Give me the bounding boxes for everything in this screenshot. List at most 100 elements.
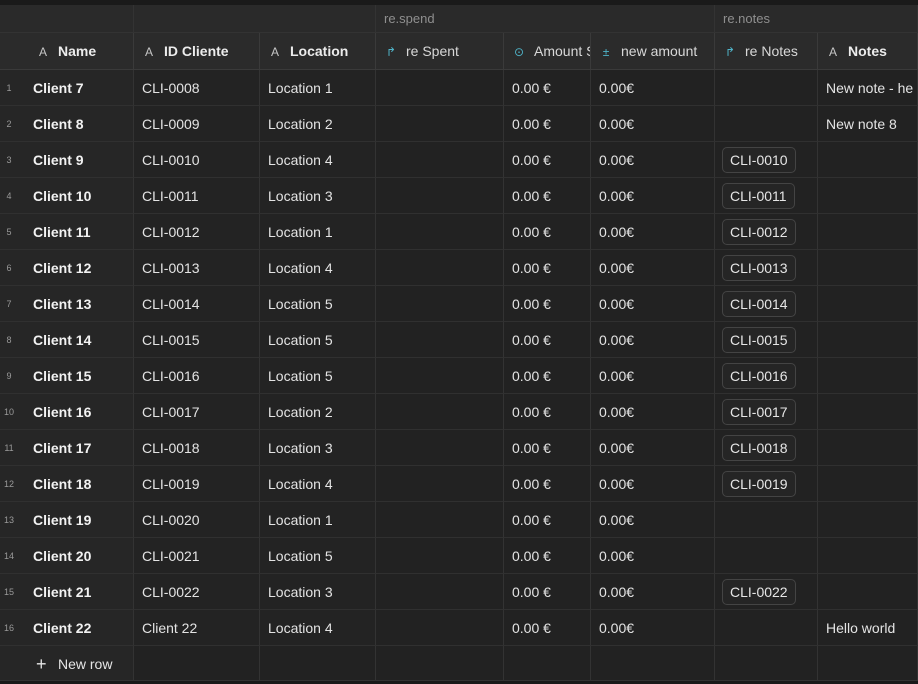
linked-record-chip[interactable]: CLI-0015 [722,327,796,353]
cell-name[interactable]: Client 20 [18,538,134,574]
cell-id-cliente[interactable]: CLI-0020 [134,502,260,538]
cell-re-notes[interactable] [715,538,818,574]
column-header-name[interactable]: A Name [0,33,134,70]
cell-new-amount[interactable]: 0.00€ [591,466,715,502]
cell-re-spent[interactable] [376,178,504,214]
cell-new-amount[interactable]: 0.00€ [591,286,715,322]
cell-location[interactable]: Location 3 [260,178,376,214]
cell-amount[interactable]: 0.00 € [504,502,591,538]
linked-record-chip[interactable]: CLI-0018 [722,435,796,461]
cell-notes[interactable] [818,430,918,466]
cell-name[interactable]: Client 8 [18,106,134,142]
cell-notes[interactable] [818,394,918,430]
cell-new-amount[interactable]: 0.00€ [591,214,715,250]
cell-re-notes[interactable]: CLI-0012 [715,214,818,250]
cell-amount[interactable]: 0.00 € [504,178,591,214]
cell-re-spent[interactable] [376,466,504,502]
cell-re-spent[interactable] [376,70,504,106]
cell-notes[interactable] [818,286,918,322]
cell-amount[interactable]: 0.00 € [504,322,591,358]
cell-re-notes[interactable]: CLI-0010 [715,142,818,178]
cell-name[interactable]: Client 10 [18,178,134,214]
cell-name[interactable]: Client 21 [18,574,134,610]
column-header-new-amount[interactable]: ± new amount [591,33,715,70]
cell-id-cliente[interactable]: CLI-0014 [134,286,260,322]
cell-notes[interactable]: New note 8 [818,106,918,142]
cell-location[interactable]: Location 2 [260,106,376,142]
linked-record-chip[interactable]: CLI-0013 [722,255,796,281]
cell-re-notes[interactable]: CLI-0013 [715,250,818,286]
cell-name[interactable]: Client 13 [18,286,134,322]
cell-re-spent[interactable] [376,358,504,394]
cell-name[interactable]: Client 14 [18,322,134,358]
cell-location[interactable]: Location 5 [260,538,376,574]
cell-re-spent[interactable] [376,322,504,358]
cell-re-notes[interactable]: CLI-0019 [715,466,818,502]
column-header-location[interactable]: A Location [260,33,376,70]
cell-re-notes[interactable]: CLI-0018 [715,430,818,466]
column-header-amount[interactable]: ⊙ Amount S [504,33,591,70]
cell-id-cliente[interactable]: CLI-0013 [134,250,260,286]
cell-notes[interactable]: New note - he [818,70,918,106]
cell-new-amount[interactable]: 0.00€ [591,538,715,574]
cell-re-notes[interactable]: CLI-0014 [715,286,818,322]
cell-amount[interactable]: 0.00 € [504,394,591,430]
cell-amount[interactable]: 0.00 € [504,574,591,610]
cell-new-amount[interactable]: 0.00€ [591,502,715,538]
cell-id-cliente[interactable]: CLI-0012 [134,214,260,250]
cell-re-notes[interactable]: CLI-0017 [715,394,818,430]
cell-amount[interactable]: 0.00 € [504,70,591,106]
cell-name[interactable]: Client 22 [18,610,134,646]
cell-id-cliente[interactable]: CLI-0016 [134,358,260,394]
cell-notes[interactable] [818,574,918,610]
cell-re-spent[interactable] [376,538,504,574]
cell-name[interactable]: Client 16 [18,394,134,430]
cell-new-amount[interactable]: 0.00€ [591,142,715,178]
new-row-button[interactable]: + New row [0,646,134,680]
column-header-re-spent[interactable]: ↱ re Spent [376,33,504,70]
cell-re-notes[interactable] [715,106,818,142]
cell-amount[interactable]: 0.00 € [504,430,591,466]
cell-new-amount[interactable]: 0.00€ [591,358,715,394]
cell-amount[interactable]: 0.00 € [504,250,591,286]
cell-notes[interactable] [818,502,918,538]
cell-re-spent[interactable] [376,394,504,430]
cell-location[interactable]: Location 4 [260,610,376,646]
cell-notes[interactable] [818,142,918,178]
cell-notes[interactable] [818,250,918,286]
cell-location[interactable]: Location 2 [260,394,376,430]
cell-amount[interactable]: 0.00 € [504,286,591,322]
cell-re-notes[interactable]: CLI-0015 [715,322,818,358]
group-header-re-spend[interactable]: re.spend [376,5,715,33]
cell-new-amount[interactable]: 0.00€ [591,430,715,466]
cell-amount[interactable]: 0.00 € [504,358,591,394]
cell-re-spent[interactable] [376,430,504,466]
cell-name[interactable]: Client 9 [18,142,134,178]
cell-location[interactable]: Location 4 [260,142,376,178]
cell-re-notes[interactable]: CLI-0011 [715,178,818,214]
cell-re-spent[interactable] [376,214,504,250]
cell-amount[interactable]: 0.00 € [504,466,591,502]
cell-new-amount[interactable]: 0.00€ [591,394,715,430]
linked-record-chip[interactable]: CLI-0011 [722,183,795,209]
cell-re-spent[interactable] [376,106,504,142]
cell-location[interactable]: Location 3 [260,574,376,610]
cell-location[interactable]: Location 3 [260,430,376,466]
cell-notes[interactable] [818,214,918,250]
cell-id-cliente[interactable]: CLI-0011 [134,178,260,214]
cell-notes[interactable] [818,178,918,214]
cell-amount[interactable]: 0.00 € [504,106,591,142]
cell-notes[interactable] [818,466,918,502]
group-header-re-notes[interactable]: re.notes [715,5,918,33]
cell-amount[interactable]: 0.00 € [504,214,591,250]
cell-id-cliente[interactable]: CLI-0009 [134,106,260,142]
column-header-notes[interactable]: A Notes [818,33,918,70]
cell-name[interactable]: Client 12 [18,250,134,286]
cell-re-spent[interactable] [376,286,504,322]
cell-notes[interactable] [818,322,918,358]
cell-id-cliente[interactable]: CLI-0015 [134,322,260,358]
linked-record-chip[interactable]: CLI-0019 [722,471,796,497]
cell-new-amount[interactable]: 0.00€ [591,250,715,286]
linked-record-chip[interactable]: CLI-0010 [722,147,796,173]
cell-name[interactable]: Client 11 [18,214,134,250]
